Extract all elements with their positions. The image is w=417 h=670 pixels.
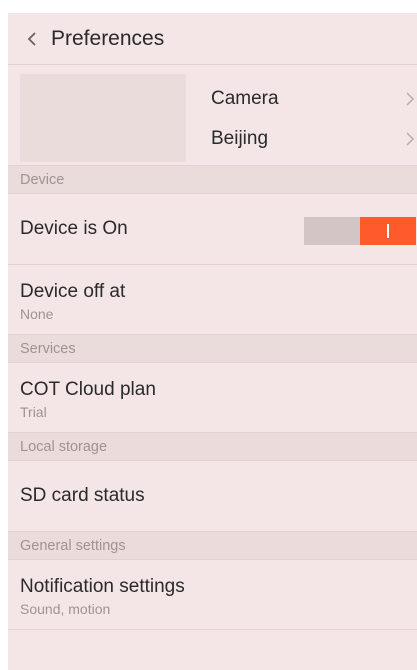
- notification-settings-row[interactable]: Notification settings Sound, motion: [8, 560, 417, 630]
- toggle-on-indicator: [387, 224, 389, 238]
- toggle-track: [304, 217, 360, 245]
- section-label: General settings: [20, 537, 126, 554]
- section-label: Services: [20, 340, 76, 357]
- device-card: Camera Beijing: [8, 65, 417, 166]
- section-header-general-settings: General settings: [8, 532, 417, 560]
- device-power-toggle[interactable]: [304, 217, 416, 245]
- preferences-screen: Preferences Camera Beijing Device Device…: [8, 13, 417, 670]
- header-bar: Preferences: [8, 13, 417, 65]
- device-power-row: Device is On: [8, 194, 417, 265]
- row-title: SD card status: [20, 485, 145, 506]
- toggle-knob: [360, 217, 416, 245]
- device-thumbnail[interactable]: [20, 74, 186, 162]
- chevron-left-icon[interactable]: [26, 28, 48, 50]
- section-label: Device: [20, 171, 65, 188]
- device-name-row[interactable]: Camera: [211, 84, 417, 114]
- row-title: Device is On: [20, 218, 128, 239]
- row-title: COT Cloud plan: [20, 379, 156, 400]
- device-location-label: Beijing: [211, 128, 269, 149]
- device-name-label: Camera: [211, 88, 279, 109]
- chevron-right-icon: [405, 92, 415, 106]
- row-title: Device off at: [20, 281, 126, 302]
- row-subtitle: Sound, motion: [20, 601, 111, 617]
- chevron-right-icon: [405, 132, 415, 146]
- section-header-device: Device: [8, 166, 417, 194]
- device-location-row[interactable]: Beijing: [211, 124, 417, 154]
- section-header-local-storage: Local storage: [8, 433, 417, 461]
- page-title: Preferences: [51, 26, 165, 50]
- device-off-at-row[interactable]: Device off at None: [8, 265, 417, 335]
- cloud-plan-row[interactable]: COT Cloud plan Trial: [8, 363, 417, 433]
- row-subtitle: Trial: [20, 404, 47, 420]
- section-label: Local storage: [20, 438, 108, 455]
- row-title: Notification settings: [20, 576, 185, 597]
- sd-card-status-row[interactable]: SD card status: [8, 461, 417, 532]
- row-subtitle: None: [20, 306, 54, 322]
- section-header-services: Services: [8, 335, 417, 363]
